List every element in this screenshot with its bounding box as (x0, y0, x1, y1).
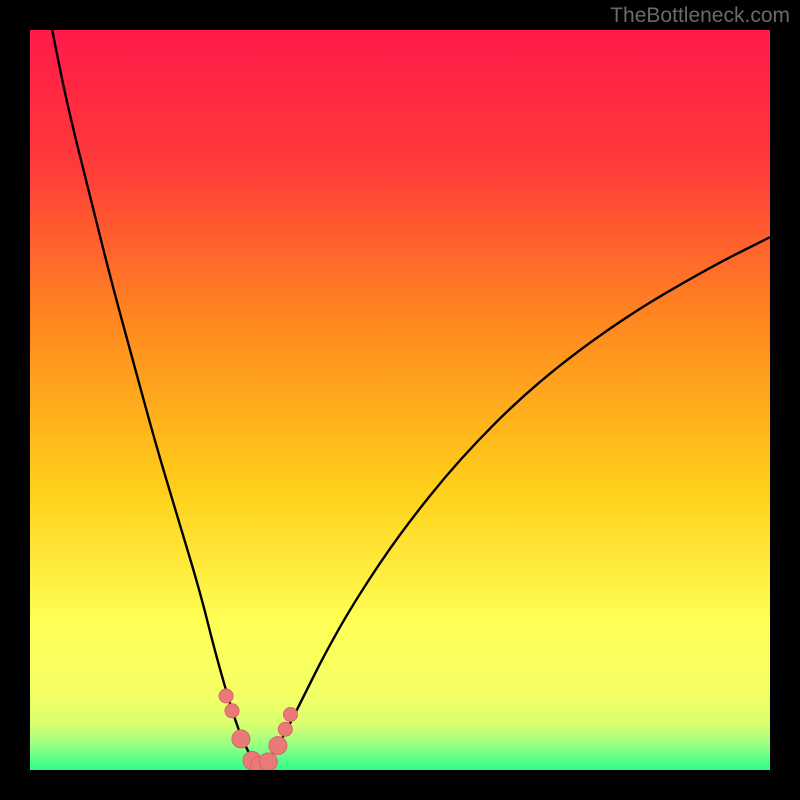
watermark-text: TheBottleneck.com (610, 4, 790, 28)
marker-dot (232, 730, 250, 748)
chart-frame: TheBottleneck.com (0, 0, 800, 800)
chart-svg (30, 30, 770, 770)
marker-dot (259, 753, 277, 770)
marker-dot (269, 737, 287, 755)
marker-dot (219, 689, 233, 703)
marker-dot (283, 708, 297, 722)
gradient-background (30, 30, 770, 770)
marker-dot (225, 704, 239, 718)
plot-area (30, 30, 770, 770)
marker-dot (278, 722, 292, 736)
